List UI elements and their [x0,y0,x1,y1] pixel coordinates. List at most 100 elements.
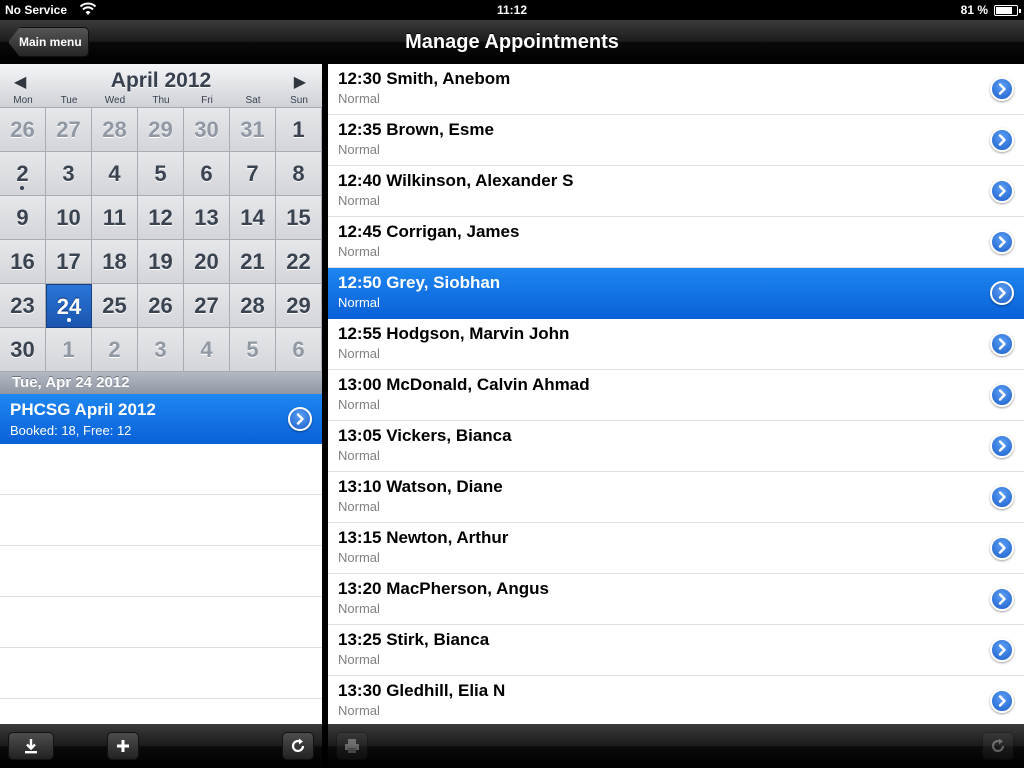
calendar-day[interactable]: 17 [46,240,92,284]
calendar-day[interactable]: 19 [138,240,184,284]
calendar-day[interactable]: 27 [184,284,230,328]
calendar-day[interactable]: 3 [46,152,92,196]
appointment-row[interactable]: 13:00 McDonald, Calvin Ahmad Normal [328,370,1024,421]
disclosure-arrow-icon[interactable] [990,587,1014,611]
calendar-day[interactable]: 9 [0,196,46,240]
disclosure-arrow-icon[interactable] [990,77,1014,101]
disclosure-arrow-icon[interactable] [990,230,1014,254]
day-number: 22 [286,249,311,274]
disclosure-arrow-icon[interactable] [990,332,1014,356]
disclosure-arrow-icon[interactable] [990,179,1014,203]
appointment-row[interactable]: 12:55 Hodgson, Marvin John Normal [328,319,1024,370]
appointment-row[interactable]: 13:10 Watson, Diane Normal [328,472,1024,523]
appointment-title: 12:30 Smith, Anebom [338,69,511,88]
calendar-day[interactable]: 29 [138,108,184,152]
calendar-day[interactable]: 26 [0,108,46,152]
calendar-day[interactable]: 5 [230,328,276,372]
print-button[interactable] [336,732,368,760]
disclosure-arrow-icon[interactable] [990,485,1014,509]
disclosure-arrow-icon[interactable] [990,383,1014,407]
calendar-day[interactable]: 26 [138,284,184,328]
calendar-grid: 26 27 28 29 30 31 1 2 3 4 5 6 7 8 9 10 11 12 13 14 15 16 17 18 1… [0,108,322,372]
appointment-title: 13:20 MacPherson, Angus [338,579,549,598]
calendar-day[interactable]: 5 [138,152,184,196]
appointment-row[interactable]: 13:20 MacPherson, Angus Normal [328,574,1024,625]
calendar-day[interactable]: 3 [138,328,184,372]
calendar-day[interactable]: 13 [184,196,230,240]
calendar-day[interactable]: 22 [276,240,322,284]
calendar-day[interactable]: 29 [276,284,322,328]
calendar-day[interactable]: 30 [184,108,230,152]
calendar-day-selected[interactable]: 24 [46,284,92,328]
calendar-day[interactable]: 25 [92,284,138,328]
calendar-day[interactable]: 28 [230,284,276,328]
weekday-label: Fri [201,95,213,106]
calendar-day[interactable]: 1 [46,328,92,372]
session-row[interactable]: PHCSG April 2012 Booked: 18, Free: 12 [0,394,322,444]
calendar-day[interactable]: 1 [276,108,322,152]
day-number: 9 [16,205,29,230]
disclosure-arrow-icon[interactable] [990,434,1014,458]
session-summary: Booked: 18, Free: 12 [10,423,132,438]
appointment-type: Normal [338,397,380,412]
calendar-day[interactable]: 6 [276,328,322,372]
appointment-type: Normal [338,91,380,106]
day-number: 15 [286,205,311,230]
calendar-day[interactable]: 27 [46,108,92,152]
calendar-day[interactable]: 20 [184,240,230,284]
calendar-day[interactable]: 11 [92,196,138,240]
appointment-row[interactable]: 12:40 Wilkinson, Alexander S Normal [328,166,1024,217]
appointment-row[interactable]: 13:25 Stirk, Bianca Normal [328,625,1024,676]
print-icon [345,739,359,753]
calendar-day[interactable]: 15 [276,196,322,240]
calendar-day[interactable]: 4 [184,328,230,372]
day-number: 30 [194,117,219,142]
refresh-icon [991,738,1005,753]
add-icon [117,740,129,752]
calendar-day[interactable]: 2 [92,328,138,372]
appointment-row[interactable]: 13:30 Gledhill, Elia N Normal [328,676,1024,724]
calendar-day[interactable]: 10 [46,196,92,240]
day-number: 3 [62,161,75,186]
download-button[interactable] [8,732,54,760]
calendar-day[interactable]: 2 [0,152,46,196]
add-button[interactable] [107,732,139,760]
calendar-day[interactable]: 16 [0,240,46,284]
event-dot-icon [20,186,24,190]
calendar-day[interactable]: 12 [138,196,184,240]
calendar-day[interactable]: 8 [276,152,322,196]
calendar-day[interactable]: 31 [230,108,276,152]
calendar-day[interactable]: 7 [230,152,276,196]
event-dot-icon [67,318,71,322]
appointment-row[interactable]: 12:45 Corrigan, James Normal [328,217,1024,268]
battery-icon [994,5,1021,16]
appointment-row[interactable]: 12:30 Smith, Anebom Normal [328,64,1024,115]
appointment-row[interactable]: 13:15 Newton, Arthur Normal [328,523,1024,574]
calendar-day[interactable]: 14 [230,196,276,240]
disclosure-arrow-icon[interactable] [990,638,1014,662]
disclosure-arrow-icon[interactable] [990,281,1014,305]
disclosure-arrow-icon[interactable] [990,689,1014,713]
disclosure-arrow-icon[interactable] [288,407,312,431]
appointment-type: Normal [338,499,380,514]
empty-row [0,597,322,648]
calendar-day[interactable]: 6 [184,152,230,196]
next-month-icon[interactable]: ▶ [294,72,306,92]
weekday-label: Tue [60,95,78,106]
calendar-day[interactable]: 23 [0,284,46,328]
appointment-row[interactable]: 13:05 Vickers, Bianca Normal [328,421,1024,472]
appointment-row[interactable]: 12:35 Brown, Esme Normal [328,115,1024,166]
day-number: 18 [102,249,127,274]
calendar-day[interactable]: 18 [92,240,138,284]
calendar-day[interactable]: 21 [230,240,276,284]
empty-row [0,648,322,699]
calendar-day[interactable]: 30 [0,328,46,372]
calendar-day[interactable]: 28 [92,108,138,152]
appointment-row[interactable]: 12:50 Grey, Siobhan Normal [328,268,1024,319]
day-number: 27 [194,293,219,318]
refresh-button[interactable] [282,732,314,760]
disclosure-arrow-icon[interactable] [990,128,1014,152]
disclosure-arrow-icon[interactable] [990,536,1014,560]
refresh-appointments-button[interactable] [982,732,1014,760]
calendar-day[interactable]: 4 [92,152,138,196]
